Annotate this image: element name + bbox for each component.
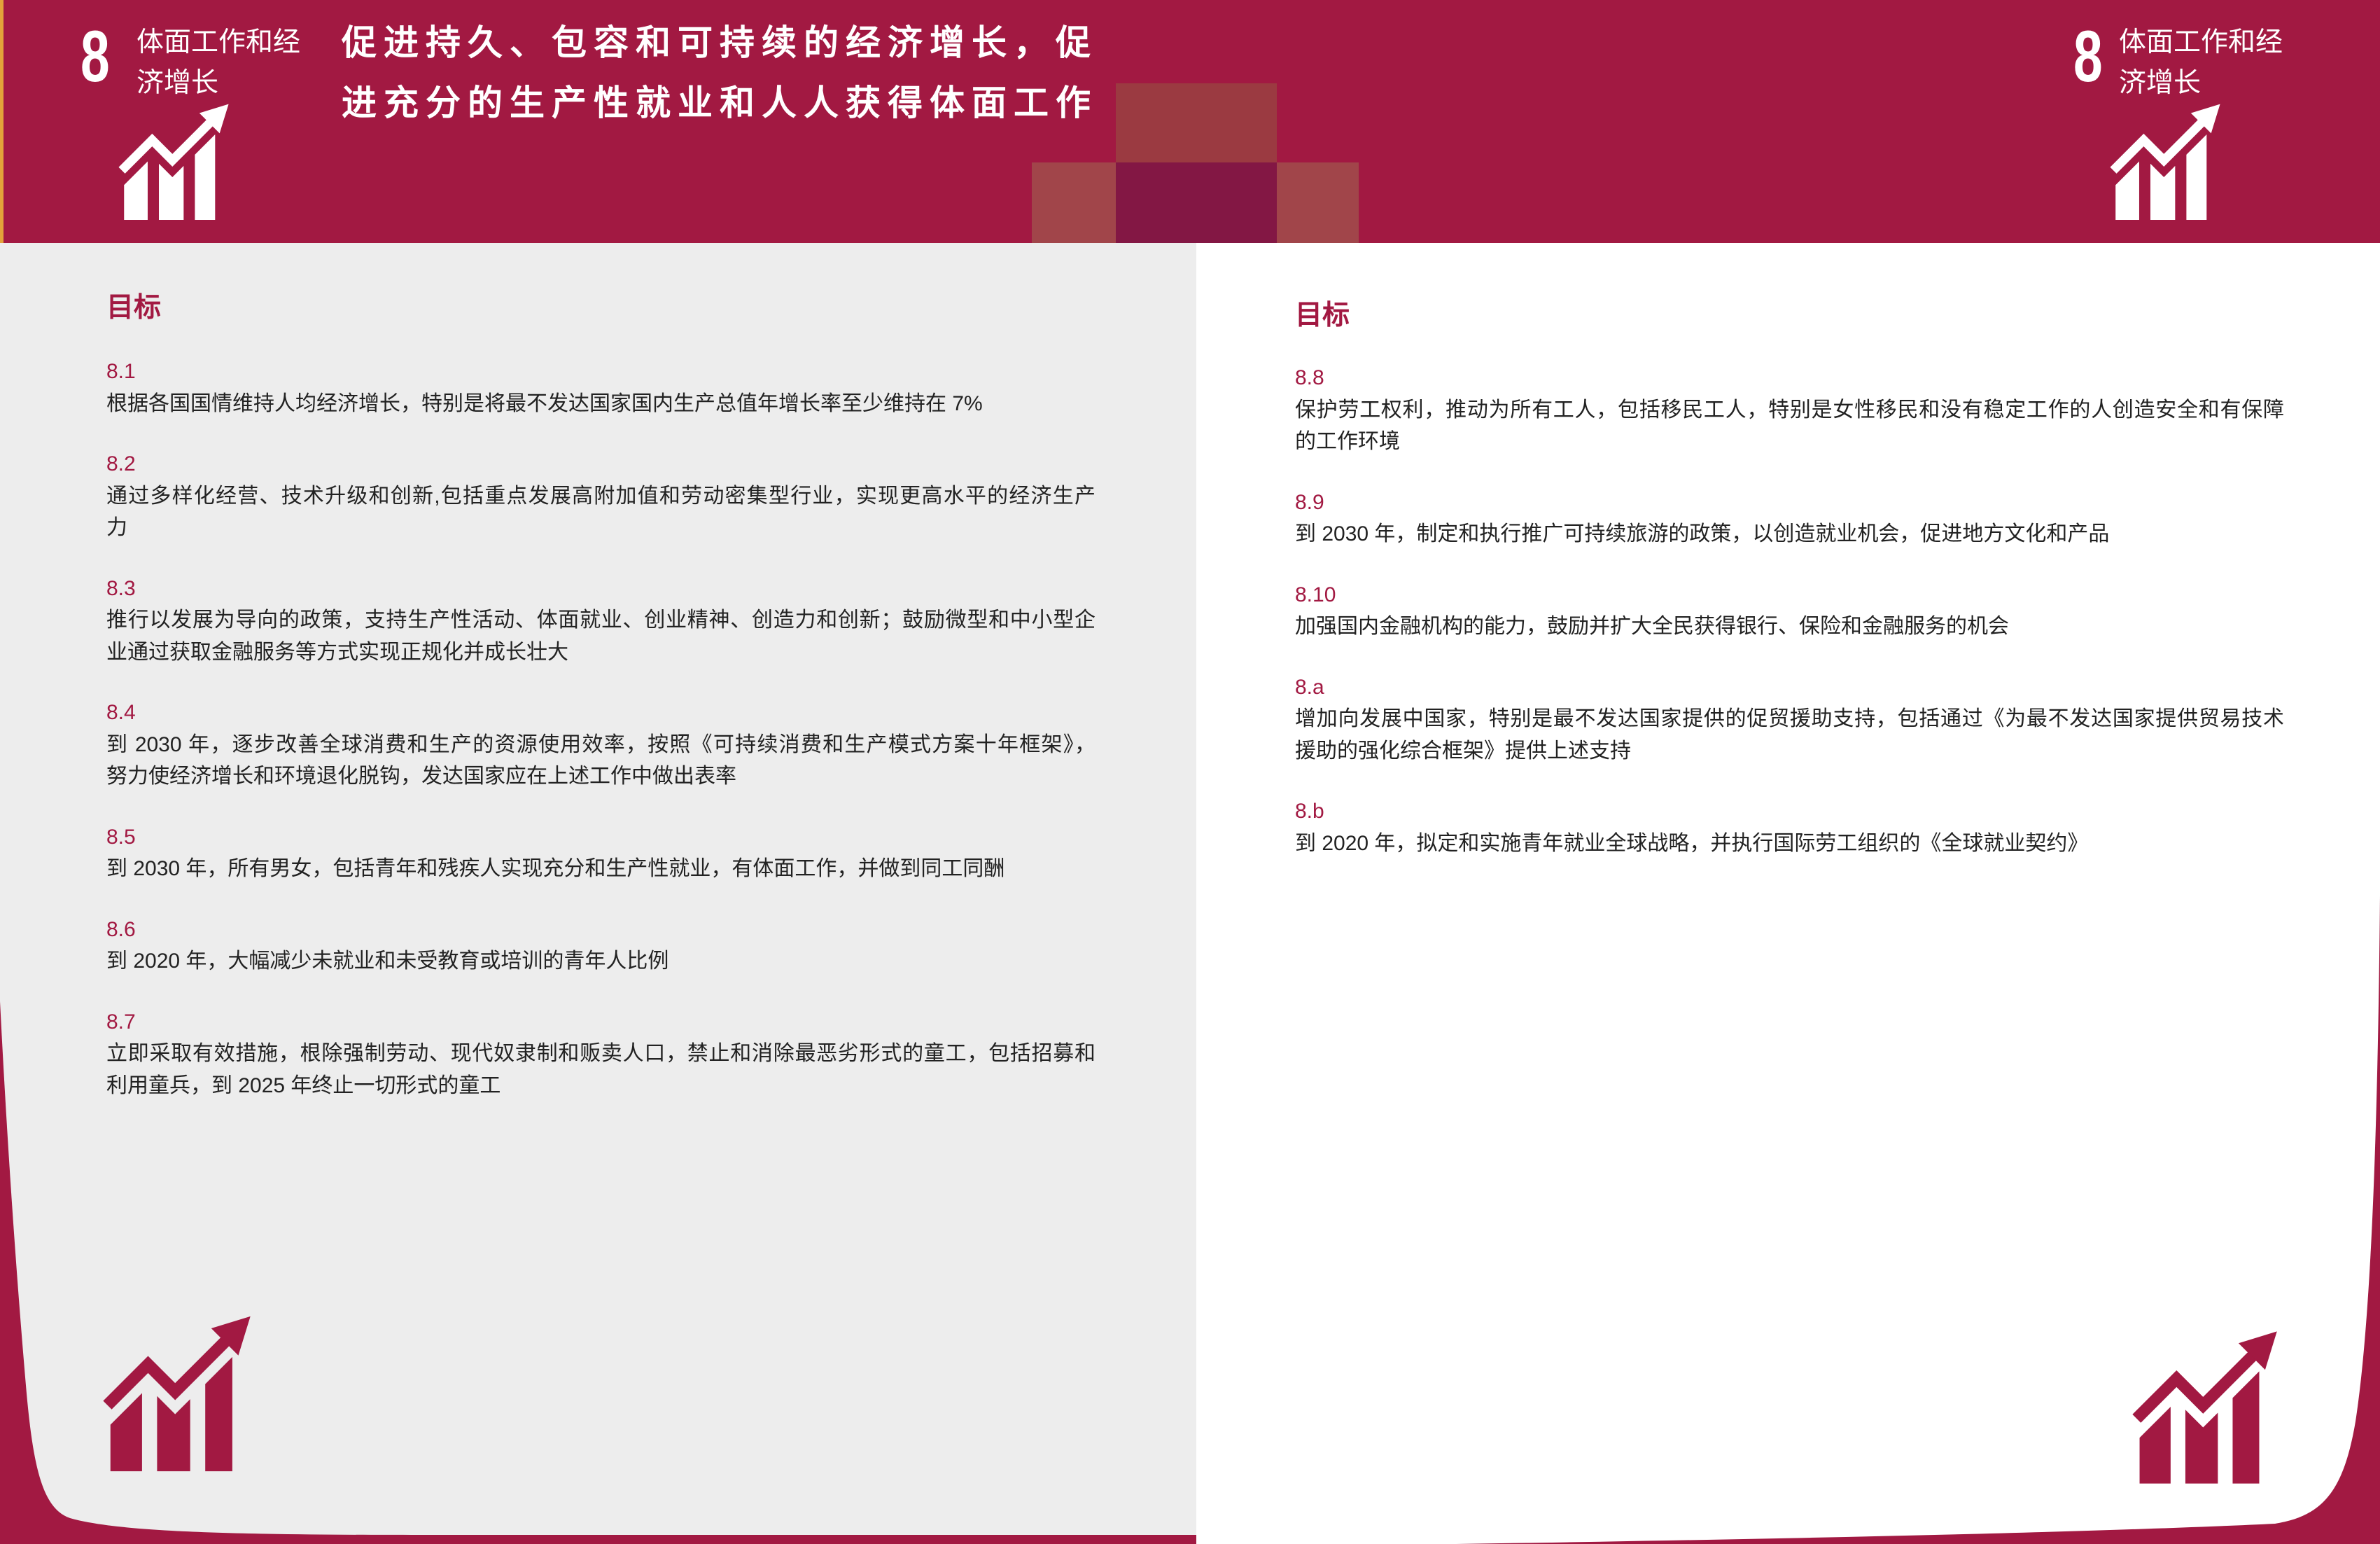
target-text-line: 努力使经济增长和环境退化脱钩，发达国家应在上述工作中做出表率: [106, 765, 736, 788]
goal-number: 8: [80, 16, 110, 97]
left-edge-stripe: [0, 0, 4, 243]
target-item: 8.4 到 2030 年，逐步改善全球消费和生产的资源使用效率，按照《可持续消费…: [106, 697, 1096, 793]
brochure-spread: 8 体面工作和经 济增长 促进持久、包容和可持续的经济增长，促 进充分的生产性就…: [0, 0, 2380, 1544]
growth-chart-icon: [2110, 103, 2222, 220]
target-number: 8.7: [106, 1010, 136, 1034]
target-text-line: 到 2020 年，大幅减少未就业和未受教育或培训的青年人比例: [106, 950, 669, 973]
target-text-line: 推行以发展为导向的政策，支持生产性活动、体面就业、创业精神、创造力和创新；鼓励微…: [106, 608, 1096, 632]
growth-chart-icon: [103, 1314, 253, 1473]
growth-chart-icon: [118, 103, 231, 220]
target-item: 8.3 推行以发展为导向的政策，支持生产性活动、体面就业、创业精神、创造力和创新…: [106, 573, 1096, 669]
target-item: 8.a 增加向发展中国家，特别是最不发达国家提供的促贸援助支持，包括通过《为最不…: [1295, 672, 2284, 767]
right-target-list: 目标 8.8 保护劳工权利，推动为所有工人，包括移民工人，特别是女性移民和没有稳…: [1295, 298, 2284, 888]
target-number: 8.9: [1295, 490, 1324, 514]
target-text-line: 增加向发展中国家，特别是最不发达国家提供的促贸援助支持，包括通过《为最不发达国家…: [1295, 707, 2284, 730]
mosaic-tile: [1032, 162, 1116, 243]
goal-name-line: 济增长: [2119, 68, 2202, 98]
goal-name: 体面工作和经 济增长: [136, 22, 300, 104]
target-number: 8.4: [106, 701, 136, 724]
target-item: 8.b 到 2020 年，拟定和实施青年就业全球战略，并执行国际劳工组织的《全球…: [1295, 795, 2284, 859]
target-text-line: 保护劳工权利，推动为所有工人，包括移民工人，特别是女性移民和没有稳定工作的人创造…: [1295, 398, 2284, 422]
goal-name-line: 体面工作和经: [136, 27, 301, 57]
mosaic-tile: [1116, 162, 1277, 243]
target-item: 8.6 到 2020 年，大幅减少未就业和未受教育或培训的青年人比例: [106, 914, 1096, 978]
goal-name: 体面工作和经 济增长: [2119, 22, 2283, 104]
target-number: 8.6: [106, 917, 136, 941]
goal-number: 8: [2073, 16, 2103, 97]
target-item: 8.8 保护劳工权利，推动为所有工人，包括移民工人，特别是女性移民和没有稳定工作…: [1295, 362, 2284, 458]
target-text-line: 到 2030 年，制定和执行推广可持续旅游的政策，以创造就业机会，促进地方文化和…: [1295, 522, 2110, 545]
target-text-line: 到 2030 年，逐步改善全球消费和生产的资源使用效率，按照《可持续消费和生产模…: [106, 732, 1096, 756]
target-item: 8.10 加强国内金融机构的能力，鼓励并扩大全民获得银行、保险和金融服务的机会: [1295, 579, 2284, 643]
target-number: 8.b: [1295, 800, 1324, 823]
target-text-line: 援助的强化综合框架》提供上述支持: [1295, 739, 1631, 763]
title-line: 进充分的生产性就业和人人获得体面工作: [342, 83, 1098, 123]
target-number: 8.a: [1295, 675, 1324, 699]
goal-name-line: 济增长: [136, 68, 219, 98]
target-text-line: 加强国内金融机构的能力，鼓励并扩大全民获得银行、保险和金融服务的机会: [1295, 615, 2009, 638]
title-line: 促进持久、包容和可持续的经济增长，促: [342, 23, 1098, 62]
section-heading: 目标: [106, 293, 162, 323]
target-number: 8.8: [1295, 366, 1324, 389]
target-item: 8.5 到 2030 年，所有男女，包括青年和残疾人实现充分和生产性就业，有体面…: [106, 821, 1096, 885]
growth-chart-icon: [2132, 1328, 2280, 1485]
target-text-line: 的工作环境: [1295, 430, 1400, 453]
target-number: 8.1: [106, 360, 136, 383]
target-number: 8.5: [106, 825, 136, 849]
target-text-line: 根据各国国情维持人均经济增长，特别是将最不发达国家国内生产总值年增长率至少维持在…: [106, 391, 983, 415]
target-number: 8.10: [1295, 583, 1336, 606]
page-title: 促进持久、包容和可持续的经济增长，促 进充分的生产性就业和人人获得体面工作: [342, 13, 1098, 133]
left-target-list: 目标 8.1 根据各国国情维持人均经济增长，特别是将最不发达国家国内生产总值年增…: [106, 291, 1096, 1130]
target-text-line: 通过多样化经营、技术升级和创新,包括重点发展高附加值和劳动密集型行业，实现更高水…: [106, 484, 1096, 508]
target-text-line: 利用童兵，到 2025 年终止一切形式的童工: [106, 1073, 501, 1097]
target-item: 8.7 立即采取有效措施，根除强制劳动、现代奴隶制和贩卖人口，禁止和消除最恶劣形…: [106, 1006, 1096, 1102]
section-heading: 目标: [1295, 300, 1350, 331]
goal-name-line: 体面工作和经: [2119, 27, 2283, 57]
target-number: 8.2: [106, 452, 136, 475]
target-item: 8.9 到 2030 年，制定和执行推广可持续旅游的政策，以创造就业机会，促进地…: [1295, 487, 2284, 550]
target-text-line: 到 2020 年，拟定和实施青年就业全球战略，并执行国际劳工组织的《全球就业契约…: [1295, 831, 2089, 855]
mosaic-tile: [1116, 83, 1277, 162]
mosaic-tile: [1277, 162, 1359, 243]
target-text-line: 立即采取有效措施，根除强制劳动、现代奴隶制和贩卖人口，禁止和消除最恶劣形式的童工…: [106, 1042, 1096, 1065]
target-text-line: 到 2030 年，所有男女，包括青年和残疾人实现充分和生产性就业，有体面工作，并…: [106, 857, 1005, 880]
target-text-line: 业通过获取金融服务等方式实现正规化并成长壮大: [106, 640, 568, 664]
target-item: 8.1 根据各国国情维持人均经济增长，特别是将最不发达国家国内生产总值年增长率至…: [106, 356, 1096, 419]
target-text-line: 力: [106, 516, 127, 539]
target-item: 8.2 通过多样化经营、技术升级和创新,包括重点发展高附加值和劳动密集型行业，实…: [106, 448, 1096, 544]
target-number: 8.3: [106, 576, 136, 600]
